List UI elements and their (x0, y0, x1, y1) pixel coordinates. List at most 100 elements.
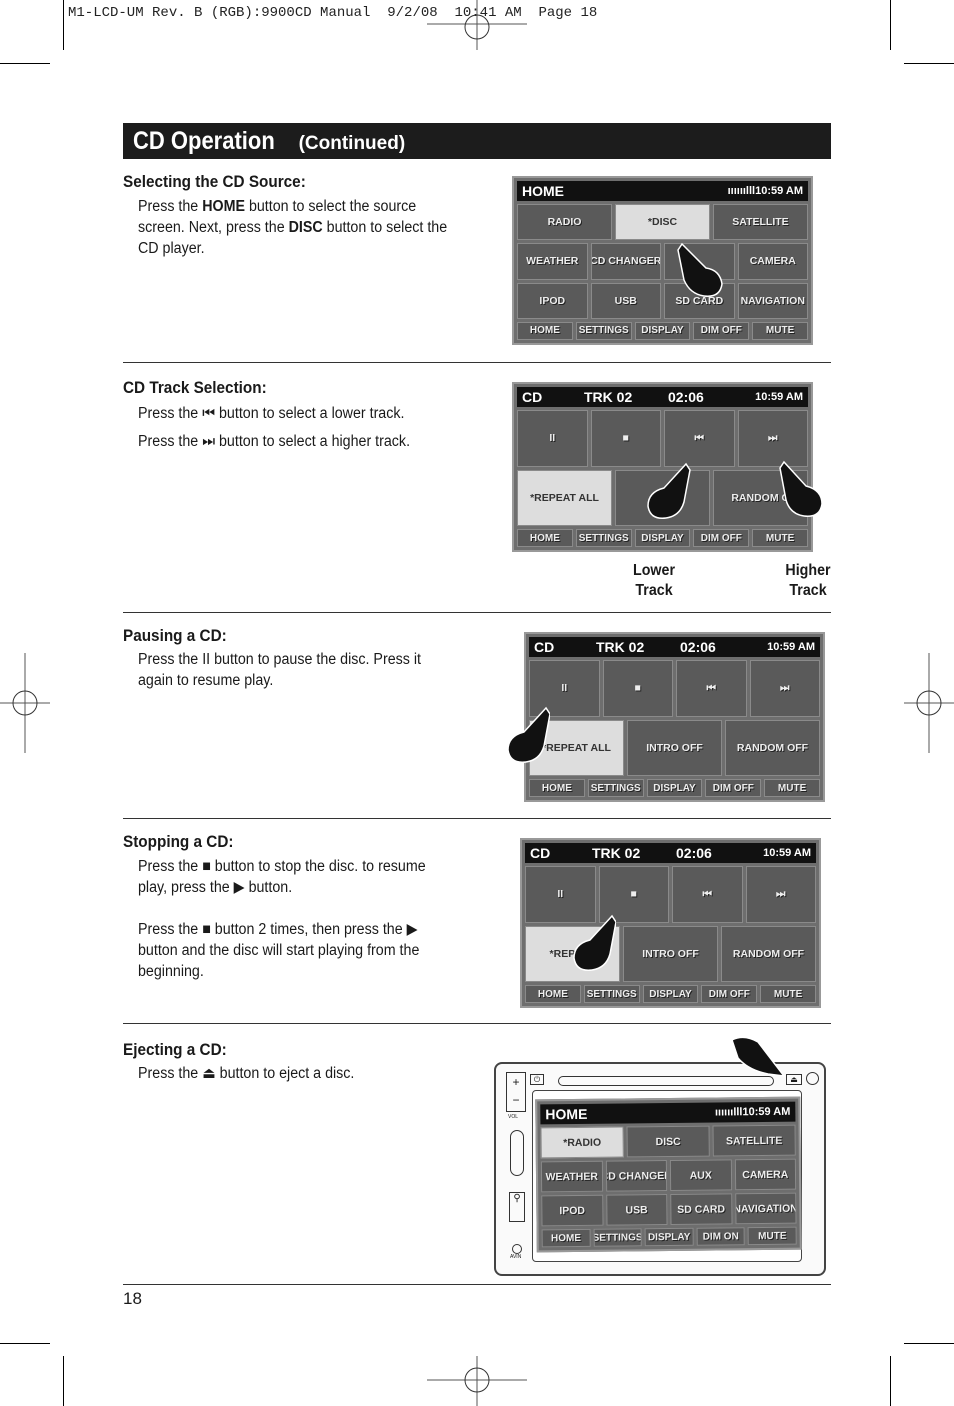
mute-button: MUTE (752, 321, 808, 340)
device-home-screen: HOME ıııııılll 10:59 AM *RADIO DISC SATELLIT… (535, 1096, 802, 1253)
bottom-nav-bar: HOME SETTINGS DISPLAY DIM OFF MUTE (529, 779, 820, 797)
volume-buttons: + − (506, 1072, 526, 1112)
screen-title-bar: CD TRK 02 02:06 10:59 AM (529, 637, 820, 657)
screen-title-bar: HOME ıııııılll 10:59 AM (540, 1101, 796, 1125)
sd-slot (510, 1130, 524, 1176)
reset-knob (806, 1072, 819, 1085)
pointing-hand-icon (647, 462, 691, 519)
elapsed-time: 02:06 (668, 389, 704, 405)
button-row: IPOD USB SD CARD NAVIGATION (541, 1192, 797, 1227)
radio-button: *RADIO (540, 1126, 624, 1159)
settings-button: SETTINGS (575, 321, 632, 340)
dim-off-button: DIM OFF (693, 529, 750, 547)
usb-button: USB (590, 282, 661, 319)
button-row: *REPEAT ALL INTRO OFF RANDOM OFF (529, 719, 820, 776)
vol-plus: + (512, 1075, 520, 1089)
home-button: HOME (525, 985, 581, 1003)
page-title: CD Operation (133, 127, 275, 155)
signal-strength-icon: ıııııılll (727, 185, 756, 197)
page-title-continued: (Continued) (298, 133, 406, 154)
clock: 10:59 AM (755, 391, 803, 403)
--button: ■ (602, 660, 673, 717)
satellite-button: SATELLITE (712, 1124, 796, 1157)
--button: ⏭ (745, 866, 816, 923)
home-button: HOME (517, 321, 573, 340)
registration-mark (0, 653, 50, 753)
ii-button: II (517, 410, 588, 467)
settings-button: SETTINGS (593, 1228, 642, 1247)
display-button: DISPLAY (634, 321, 691, 340)
section-paragraph: Press the II button to pause the disc. P… (138, 651, 421, 689)
crop-mark (904, 1343, 954, 1344)
dim-off-button: DIM OFF (705, 779, 762, 797)
screen-source-label: CD (534, 639, 555, 655)
dim-off-button: DIM OFF (701, 985, 758, 1003)
disc-button: DISC (626, 1125, 710, 1158)
button-row: II ■ ⏮ ⏭ (529, 660, 820, 717)
aux-button: AUX (669, 1159, 732, 1191)
paragraph-fragment: DISC (288, 219, 323, 236)
registration-mark (904, 653, 954, 753)
crop-mark (0, 63, 50, 64)
page-number: 18 (123, 1289, 142, 1308)
home-button: HOME (541, 1228, 591, 1248)
registration-mark (427, 0, 527, 50)
crop-mark (0, 1343, 50, 1344)
clock: 10:59 AM (755, 185, 803, 197)
cd-screen-pause-image: CD TRK 02 02:06 10:59 AM II ■ ⏮ ⏭ *REPEAT ALL INT… (524, 632, 825, 802)
divider (123, 612, 831, 613)
random-off-button: RANDOM OFF (725, 719, 820, 776)
mute-button: MUTE (752, 529, 808, 547)
track-number: TRK 02 (584, 389, 633, 405)
paragraph-fragment: Press the (138, 198, 203, 215)
intro-off-button: INTRO OFF (627, 719, 722, 776)
crop-mark (890, 0, 891, 50)
registration-mark (427, 1356, 527, 1406)
elapsed-time: 02:06 (680, 639, 716, 655)
screen-source-label: CD (530, 845, 551, 861)
section-heading: Ejecting a CD: (123, 1040, 227, 1059)
section-paragraph: Press the HOME button to select the sour… (138, 196, 451, 259)
crop-mark (63, 0, 64, 50)
weather-button: WEATHER (540, 1160, 603, 1193)
settings-button: SETTINGS (583, 985, 640, 1003)
navigation-button: NAVIGATION (734, 1192, 797, 1225)
eject-icon: ⏏ (786, 1074, 802, 1085)
intro-off-button: INTRO OFF (623, 925, 718, 982)
--button: ⏮ (664, 410, 735, 467)
divider (123, 362, 831, 363)
camera-button: CAMERA (734, 1158, 797, 1191)
section-heading: CD Track Selection: (123, 378, 267, 397)
--button: ⏮ (676, 660, 747, 717)
--button: ⏮ (672, 866, 743, 923)
repeat-all-button: *REPEAT ALL (517, 469, 612, 526)
mute-button: MUTE (764, 779, 820, 797)
pointing-hand-icon (731, 1036, 786, 1077)
button-row: II ■ ⏮ ⏭ (517, 410, 808, 467)
section-heading: Pausing a CD: (123, 626, 227, 645)
display-button: DISPLAY (646, 779, 703, 797)
clock: 10:59 AM (767, 641, 815, 653)
avin-label: AVIN (510, 1254, 522, 1260)
elapsed-time: 02:06 (676, 845, 712, 861)
--button: ⏭ (749, 660, 820, 717)
screen-title-bar: CD TRK 02 02:06 10:59 AM (525, 843, 816, 863)
pointing-hand-icon (507, 706, 550, 763)
display-button: DISPLAY (644, 1227, 694, 1247)
dim-off-button: DIM OFF (693, 321, 750, 340)
mute-button: MUTE (747, 1226, 797, 1246)
home-button: HOME (517, 529, 573, 547)
screen-title: HOME (522, 183, 564, 199)
section-paragraph: Press the ■ button 2 times, then press t… (138, 921, 420, 980)
button-row: RADIO *DISC SATELLITE (517, 204, 808, 241)
screen-title-bar: HOME ıııııılll 10:59 AM (517, 181, 808, 201)
crop-mark (904, 63, 954, 64)
display-button: DISPLAY (634, 529, 691, 547)
divider (123, 818, 831, 819)
navigation-button: NAVIGATION (737, 282, 808, 319)
cd-changer-button: CD CHANGER (605, 1160, 668, 1192)
section-paragraph: Press the ⏭ button to select a higher tr… (138, 433, 411, 450)
section-heading: Stopping a CD: (123, 832, 234, 851)
crop-mark (63, 1356, 64, 1406)
pointing-hand-icon (573, 914, 616, 971)
